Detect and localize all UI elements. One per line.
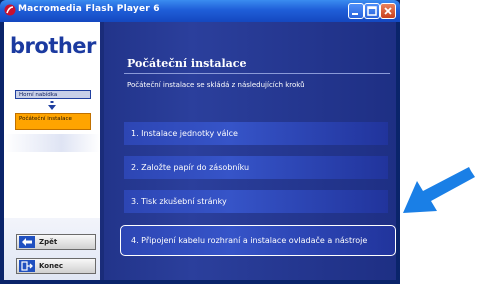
nav-home-link[interactable]: Horní nabídka <box>15 90 91 99</box>
pointer-arrow-icon <box>403 167 475 213</box>
close-button[interactable] <box>380 3 396 19</box>
brother-logo: brother <box>10 34 96 58</box>
step-button-4[interactable]: 4. Připojení kabelu rozhraní a instalace… <box>120 225 396 256</box>
minimize-button[interactable] <box>348 3 364 19</box>
step-button-1[interactable]: 1. Instalace jednotky válce <box>124 122 388 145</box>
title-divider <box>124 73 390 74</box>
back-button[interactable]: Zpět <box>16 234 96 250</box>
sidebar: brother Horní nabídka Počáteční instalac… <box>4 22 100 280</box>
intro-text: Počáteční instalace se skládá z následuj… <box>127 81 305 89</box>
main-content: Počáteční instalace Počáteční instalace … <box>104 22 396 280</box>
window-title: Macromedia Flash Player 6 <box>18 4 160 14</box>
nav-current-item[interactable]: Počáteční instalace <box>15 113 91 130</box>
title-bar[interactable]: Macromedia Flash Player 6 <box>0 0 400 22</box>
page-title: Počáteční instalace <box>127 57 247 70</box>
maximize-button[interactable] <box>364 3 380 19</box>
flash-player-window: Macromedia Flash Player 6 brother Horní … <box>0 0 400 284</box>
minimize-icon <box>352 13 358 15</box>
app-frame: brother Horní nabídka Počáteční instalac… <box>4 22 396 280</box>
flash-player-icon <box>4 4 16 16</box>
step-button-3[interactable]: 3. Tisk zkušební stránky <box>124 190 388 213</box>
exit-icon <box>19 260 35 272</box>
exit-button-label: Konec <box>39 262 63 270</box>
back-arrow-icon <box>19 236 35 248</box>
down-arrow-icon <box>48 101 56 110</box>
close-icon <box>384 7 392 15</box>
sidebar-divider <box>4 134 100 152</box>
step-button-2[interactable]: 2. Založte papír do zásobníku <box>124 156 388 179</box>
exit-button[interactable]: Konec <box>16 258 96 274</box>
maximize-icon <box>367 6 377 16</box>
back-button-label: Zpět <box>39 238 58 246</box>
